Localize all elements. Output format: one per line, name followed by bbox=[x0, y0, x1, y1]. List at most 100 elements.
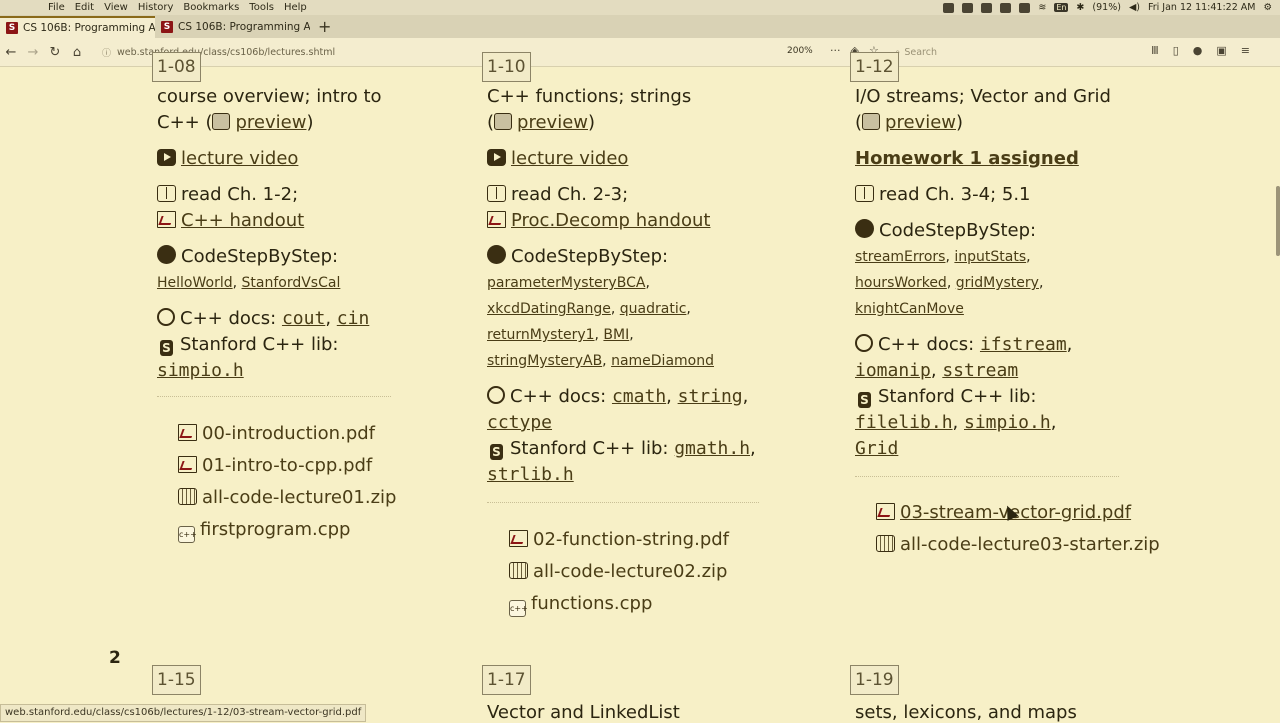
docs-link[interactable]: string bbox=[678, 386, 743, 407]
codestep-link[interactable]: stringMysteryAB bbox=[487, 353, 602, 369]
codestepbystep-icon bbox=[855, 219, 874, 238]
lib-link[interactable]: Grid bbox=[855, 438, 898, 459]
search-input[interactable]: ⌕ Search bbox=[895, 43, 1140, 61]
lib-link[interactable]: gmath.h bbox=[674, 438, 750, 459]
codestep-link[interactable]: knightCanMove bbox=[855, 301, 964, 317]
tab-title: CS 106B: Programming A bbox=[23, 22, 155, 34]
lecture-column-3: I/O streams; Vector and Grid (preview) H… bbox=[855, 84, 1185, 462]
file-link[interactable]: 02-function-string.pdf bbox=[533, 529, 729, 550]
codestep-link[interactable]: streamErrors bbox=[855, 249, 945, 265]
file-link[interactable]: 00-introduction.pdf bbox=[202, 423, 375, 444]
menu-tools[interactable]: Tools bbox=[249, 2, 274, 13]
homework-link[interactable]: Homework 1 assigned bbox=[855, 148, 1079, 169]
browser-tab-1[interactable]: S CS 106B: Programming A ✕ bbox=[0, 16, 155, 38]
reload-button[interactable]: ↻ bbox=[44, 45, 66, 60]
lecture-video-link[interactable]: lecture video bbox=[181, 148, 298, 169]
window-icon[interactable] bbox=[981, 2, 993, 13]
preview-icon bbox=[862, 113, 881, 130]
codestepbystep-icon bbox=[487, 245, 506, 264]
preview-link[interactable]: preview bbox=[517, 112, 588, 133]
file-link[interactable]: functions.cpp bbox=[531, 593, 652, 614]
codestep-link[interactable]: inputStats bbox=[954, 249, 1026, 265]
wifi-icon[interactable]: ≋ bbox=[1038, 2, 1046, 13]
puzzle-icon[interactable] bbox=[962, 2, 974, 13]
preview-link[interactable]: preview bbox=[885, 112, 956, 133]
codestep-link[interactable]: StanfordVsCal bbox=[242, 275, 341, 291]
handout-link[interactable]: C++ handout bbox=[181, 210, 304, 231]
app-menu: File Edit View History Bookmarks Tools H… bbox=[48, 2, 307, 13]
codestep-link[interactable]: hoursWorked bbox=[855, 275, 947, 291]
zip-icon bbox=[178, 488, 197, 505]
adblock-icon[interactable]: ● bbox=[1193, 44, 1203, 57]
bluetooth-icon[interactable]: ✱ bbox=[1076, 2, 1084, 13]
more-actions-icon[interactable]: ··· bbox=[830, 44, 841, 57]
menu-help[interactable]: Help bbox=[284, 2, 307, 13]
docs-link[interactable]: cmath bbox=[612, 386, 666, 407]
menu-view[interactable]: View bbox=[104, 2, 128, 13]
codestep-link[interactable]: HelloWorld bbox=[157, 275, 233, 291]
info-icon[interactable]: ⓘ bbox=[102, 46, 111, 59]
lecture-title: C++ functions; strings bbox=[487, 86, 692, 107]
new-tab-button[interactable]: + bbox=[310, 17, 339, 38]
codestep-link[interactable]: parameterMysteryBCA bbox=[487, 275, 645, 291]
lib-link[interactable]: filelib.h bbox=[855, 412, 953, 433]
menu-history[interactable]: History bbox=[138, 2, 174, 13]
lecture-date: 1-19 bbox=[850, 665, 899, 695]
extension-icon[interactable]: ▣ bbox=[1216, 44, 1226, 57]
handout-link[interactable]: Proc.Decomp handout bbox=[511, 210, 710, 231]
hamburger-menu-icon[interactable]: ≡ bbox=[1241, 44, 1250, 57]
battery-status[interactable]: (91%) bbox=[1092, 2, 1121, 13]
url-text[interactable]: web.stanford.edu/class/cs106b/lectures.s… bbox=[117, 47, 335, 58]
menu-edit[interactable]: Edit bbox=[75, 2, 94, 13]
reading: read Ch. 2-3; bbox=[511, 184, 629, 205]
codestep-link[interactable]: nameDiamond bbox=[611, 353, 714, 369]
codestep-link[interactable]: xkcdDatingRange bbox=[487, 301, 611, 317]
library-icon[interactable]: Ⅲ bbox=[1151, 44, 1159, 57]
file-link[interactable]: all-code-lecture03-starter.zip bbox=[900, 534, 1160, 555]
power-icon[interactable]: ⚙ bbox=[1263, 2, 1272, 13]
back-button[interactable]: ← bbox=[0, 45, 22, 60]
toolbar-icons: Ⅲ ▯ ● ▣ ≡ bbox=[1151, 44, 1250, 57]
docs-link[interactable]: sstream bbox=[942, 360, 1018, 381]
lib-link[interactable]: strlib.h bbox=[487, 464, 574, 485]
forward-button[interactable]: → bbox=[22, 45, 44, 60]
codestep-link[interactable]: BMI bbox=[603, 327, 629, 343]
file-link[interactable]: firstprogram.cpp bbox=[200, 519, 350, 540]
docs-link[interactable]: cout bbox=[282, 308, 325, 329]
book-icon bbox=[157, 185, 176, 202]
url-bar[interactable]: ⓘ web.stanford.edu/class/cs106b/lectures… bbox=[102, 46, 335, 59]
menu-file[interactable]: File bbox=[48, 2, 65, 13]
keyboard-layout[interactable]: En bbox=[1054, 3, 1069, 12]
docs-link[interactable]: cin bbox=[337, 308, 370, 329]
docs-link[interactable]: iomanip bbox=[855, 360, 931, 381]
docs-link[interactable]: cctype bbox=[487, 412, 552, 433]
window-icon-2[interactable] bbox=[1000, 2, 1012, 13]
lib-link[interactable]: simpio.h bbox=[157, 360, 244, 381]
lecture-video-link[interactable]: lecture video bbox=[511, 148, 628, 169]
lib-link[interactable]: simpio.h bbox=[964, 412, 1051, 433]
file-link[interactable]: 01-intro-to-cpp.pdf bbox=[202, 455, 372, 476]
codestep-link[interactable]: gridMystery bbox=[956, 275, 1039, 291]
browser-tab-2[interactable]: S CS 106B: Programming A bbox=[155, 16, 310, 38]
volume-icon[interactable]: ◀) bbox=[1129, 2, 1140, 13]
clock[interactable]: Fri Jan 12 11:41:22 AM bbox=[1148, 2, 1256, 13]
cpp-reference-icon bbox=[157, 308, 175, 326]
divider bbox=[157, 396, 391, 397]
preview-link[interactable]: preview bbox=[235, 112, 306, 133]
lecture-date-1-10: 1-10 bbox=[482, 52, 531, 82]
stanford-lib-icon: S bbox=[160, 340, 173, 356]
codestep-link[interactable]: returnMystery1 bbox=[487, 327, 595, 343]
scrollbar-thumb[interactable] bbox=[1276, 186, 1280, 256]
book-icon bbox=[487, 185, 506, 202]
sidebar-icon[interactable]: ▯ bbox=[1173, 44, 1179, 57]
file-link[interactable]: all-code-lecture01.zip bbox=[202, 487, 396, 508]
codestep-link[interactable]: quadratic bbox=[620, 301, 687, 317]
menu-bookmarks[interactable]: Bookmarks bbox=[183, 2, 239, 13]
zoom-level[interactable]: 200% bbox=[787, 46, 813, 56]
file-link[interactable]: all-code-lecture02.zip bbox=[533, 561, 727, 582]
camera-icon[interactable] bbox=[943, 2, 955, 13]
docs-link[interactable]: ifstream bbox=[980, 334, 1067, 355]
window-icon-3[interactable] bbox=[1019, 2, 1031, 13]
tab-bar: S CS 106B: Programming A ✕ S CS 106B: Pr… bbox=[0, 15, 1280, 38]
home-button[interactable]: ⌂ bbox=[66, 45, 88, 60]
